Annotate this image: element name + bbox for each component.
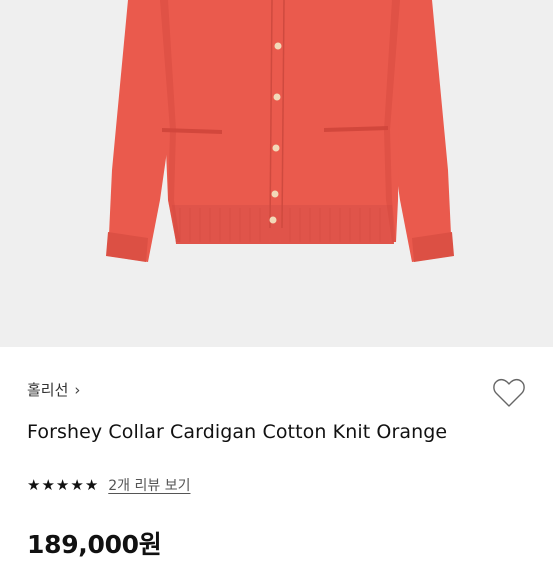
star-filled-icon: ★ [84, 475, 99, 494]
star-filled-icon: ★ [55, 475, 70, 494]
chevron-right-icon: › [74, 380, 81, 399]
star-filled-icon: ★ [27, 475, 41, 494]
rating-row: ★ ★ ★ ★ ★ 2개 리뷰 보기 [27, 475, 190, 495]
product-title: Forshey Collar Cardigan Cotton Knit Oran… [27, 421, 448, 443]
brand-name: 홀리선 [27, 381, 69, 399]
cardigan-illustration [0, 0, 553, 347]
brand-link[interactable]: 홀리선 › [27, 379, 80, 400]
product-image[interactable] [0, 0, 553, 347]
product-info: 홀리선 › Forshey Collar Cardigan Cotton Kni… [0, 347, 553, 559]
star-filled-icon: ★ [70, 475, 84, 494]
star-filled-icon: ★ [41, 475, 55, 494]
rating-stars: ★ ★ ★ ★ ★ [27, 475, 99, 494]
wishlist-button[interactable] [492, 377, 526, 409]
product-price: 189,000원 [27, 530, 162, 559]
review-link[interactable]: 2개 리뷰 보기 [108, 475, 190, 495]
heart-outline-icon [493, 378, 525, 407]
